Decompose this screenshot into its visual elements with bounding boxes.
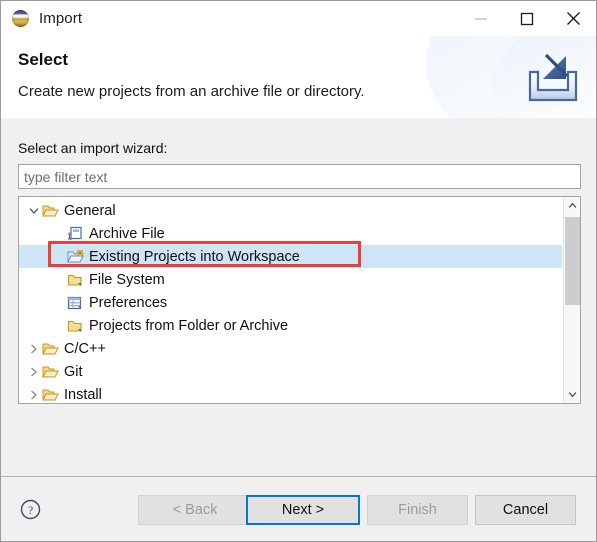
folder-icon [66,318,84,334]
dialog-footer: ? < Back Next > Finish Cancel [1,476,596,541]
tree-item-general[interactable]: General [19,199,562,222]
cancel-button[interactable]: Cancel [475,495,576,525]
wizard-body: Select an import wizard: General [1,118,596,476]
open-folder-icon [41,203,59,219]
eclipse-sphere-icon [12,10,29,27]
page-title: Select [18,50,69,69]
tree-item-label: Git [64,363,83,380]
chevron-right-icon[interactable] [27,367,41,377]
chevron-right-icon[interactable] [27,344,41,354]
tree-item-projects-from-folder-or-archive[interactable]: Projects from Folder or Archive [19,314,562,337]
tree-item-archive-file[interactable]: Archive File [19,222,562,245]
finish-button[interactable]: Finish [367,495,468,525]
import-wizard-label: Select an import wizard: [18,140,168,156]
tree-list: General Archive File Existing Projects i… [19,199,562,403]
scrollbar-thumb[interactable] [565,217,580,305]
tree-item-install[interactable]: Install [19,383,562,403]
help-question-icon[interactable]: ? [20,499,41,520]
maximize-icon[interactable] [504,1,550,36]
window-controls [458,1,596,36]
chevron-down-icon[interactable] [27,206,41,216]
tree-vertical-scrollbar[interactable] [563,197,580,403]
back-button[interactable]: < Back [138,495,252,525]
open-folder-icon [41,341,59,357]
tree-item-label: Install [64,386,102,403]
tree-item-label: C/C++ [64,340,106,357]
tree-item-file-system[interactable]: File System [19,268,562,291]
svg-text:?: ? [28,503,33,517]
filter-input[interactable] [18,164,581,189]
chevron-up-icon[interactable] [564,197,580,214]
tree-item-label: File System [89,271,165,288]
archive-file-icon [66,226,84,242]
tree-item-label: Preferences [89,294,168,311]
import-wizard-dialog: Import Select Create new projects from a… [0,0,597,542]
tree-item-c-cpp[interactable]: C/C++ [19,337,562,360]
tree-item-preferences[interactable]: Preferences [19,291,562,314]
tree-item-label: Projects from Folder or Archive [89,317,289,334]
title-bar: Import [1,1,596,36]
tree-item-label: Archive File [89,225,165,242]
chevron-down-icon[interactable] [564,386,580,403]
import-folder-icon [66,249,84,265]
wizard-header: Select Create new projects from an archi… [1,36,596,119]
minimize-icon[interactable] [458,1,504,36]
next-button[interactable]: Next > [246,495,360,525]
window-title: Import [39,10,83,27]
preferences-grid-icon [66,295,84,311]
tree-item-label: Existing Projects into Workspace [89,248,300,265]
close-icon[interactable] [550,1,596,36]
chevron-right-icon[interactable] [27,390,41,400]
open-folder-icon [41,387,59,403]
tree-item-existing-projects-into-workspace[interactable]: Existing Projects into Workspace [19,245,562,268]
import-tray-arrow-icon [522,50,584,108]
import-wizard-tree[interactable]: General Archive File Existing Projects i… [18,196,581,404]
tree-item-label: General [64,202,116,219]
tree-item-git[interactable]: Git [19,360,562,383]
folder-icon [66,272,84,288]
open-folder-icon [41,364,59,380]
page-description: Create new projects from an archive file… [18,83,365,100]
